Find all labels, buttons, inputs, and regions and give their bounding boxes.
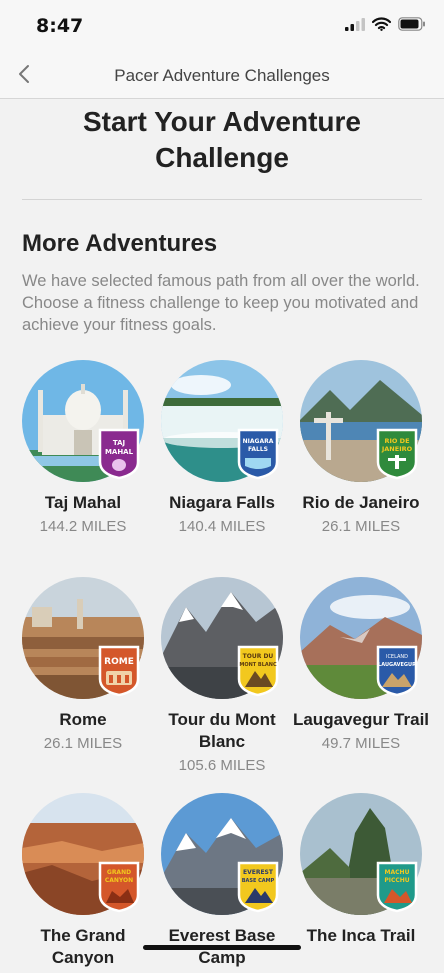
grand-canyon-badge-icon: GRAND CANYON bbox=[96, 859, 142, 913]
laugavegur-badge-icon: ICELAND LAUGAVEGUR bbox=[374, 643, 420, 697]
adventure-card-inca-trail[interactable]: MACHU PICCHU The Inca Trail bbox=[291, 793, 431, 951]
badge-text: EVEREST bbox=[243, 869, 274, 876]
adventure-thumbnail: ICELAND LAUGAVEGUR bbox=[300, 577, 422, 699]
battery-icon bbox=[398, 17, 426, 36]
adventure-thumbnail: MACHU PICCHU bbox=[300, 793, 422, 915]
badge-text: LAUGAVEGUR bbox=[378, 662, 416, 668]
divider bbox=[22, 199, 422, 200]
adventure-miles: 140.4 MILES bbox=[178, 518, 266, 535]
adventure-thumbnail: ROME bbox=[22, 577, 144, 699]
adventure-card-grand-canyon[interactable]: GRAND CANYON The Grand Canyon bbox=[13, 793, 153, 973]
wifi-icon bbox=[371, 17, 392, 36]
adventure-miles: 26.1 MILES bbox=[43, 735, 123, 752]
adventure-name: Tour du Mont Blanc bbox=[168, 710, 276, 751]
adventure-thumbnail: TAJ MAHAL bbox=[22, 360, 144, 482]
badge-text: BASE CAMP bbox=[242, 878, 275, 884]
badge-text: ICELAND bbox=[386, 654, 408, 660]
adventure-thumbnail: EVEREST BASE CAMP bbox=[161, 793, 283, 915]
status-time: 8:47 bbox=[36, 15, 84, 37]
adventure-miles: 49.7 MILES bbox=[321, 735, 401, 752]
adventure-name: Rome bbox=[59, 710, 107, 729]
section-heading: More Adventures bbox=[22, 230, 218, 257]
page-title: Start Your Adventure Challenge bbox=[83, 106, 361, 173]
machu-picchu-badge-icon: MACHU PICCHU bbox=[374, 859, 420, 913]
badge-text: MONT BLANC bbox=[239, 662, 277, 668]
signal-bars-icon bbox=[345, 17, 365, 36]
niagara-falls-badge-icon: NIAGARA FALLS bbox=[235, 426, 281, 480]
mont-blanc-badge-icon: TOUR DU MONT BLANC bbox=[235, 643, 281, 697]
adventure-thumbnail: NIAGARA FALLS bbox=[161, 360, 283, 482]
adventure-miles: 144.2 MILES bbox=[39, 518, 127, 535]
adventure-card-rio-de-janeiro[interactable]: RIO DE JANEIRO Rio de Janeiro 26.1 MILES bbox=[291, 360, 431, 535]
status-icons bbox=[345, 17, 426, 36]
adventure-name: The Inca Trail bbox=[306, 926, 416, 945]
adventure-card-rome[interactable]: ROME Rome 26.1 MILES bbox=[13, 577, 153, 752]
badge-text: MACHU bbox=[385, 869, 410, 876]
adventure-name: Niagara Falls bbox=[169, 493, 275, 512]
adventure-miles: 26.1 MILES bbox=[321, 518, 401, 535]
adventure-name: The Grand Canyon bbox=[40, 926, 126, 967]
navigation-bar: Pacer Adventure Challenges bbox=[0, 52, 444, 99]
badge-text: JANEIRO bbox=[381, 445, 413, 453]
adventure-thumbnail: GRAND CANYON bbox=[22, 793, 144, 915]
badge-text: MAHAL bbox=[105, 448, 134, 456]
home-indicator[interactable] bbox=[143, 945, 301, 950]
adventure-thumbnail: TOUR DU MONT BLANC bbox=[161, 577, 283, 699]
adventure-name: Laugavegur Trail bbox=[292, 710, 430, 729]
status-bar: 8:47 bbox=[0, 0, 444, 52]
badge-text: FALLS bbox=[248, 446, 268, 453]
badge-text: TAJ bbox=[113, 439, 125, 447]
rio-de-janeiro-badge-icon: RIO DE JANEIRO bbox=[374, 426, 420, 480]
section-description: We have selected famous path from all ov… bbox=[22, 272, 420, 334]
adventure-card-taj-mahal[interactable]: TAJ MAHAL Taj Mahal 144.2 MILES bbox=[13, 360, 153, 535]
adventure-card-niagara-falls[interactable]: NIAGARA FALLS Niagara Falls 140.4 MILES bbox=[152, 360, 292, 535]
badge-text: CANYON bbox=[105, 877, 133, 884]
badge-text: NIAGARA bbox=[243, 438, 274, 445]
badge-text: ROME bbox=[104, 657, 134, 667]
rome-badge-icon: ROME bbox=[96, 643, 142, 697]
badge-text: GRAND bbox=[107, 869, 131, 876]
adventure-name: Rio de Janeiro bbox=[302, 493, 420, 512]
adventure-thumbnail: RIO DE JANEIRO bbox=[300, 360, 422, 482]
adventure-card-laugavegur-trail[interactable]: ICELAND LAUGAVEGUR Laugavegur Trail 49.7… bbox=[291, 577, 431, 752]
taj-mahal-badge-icon: TAJ MAHAL bbox=[96, 426, 142, 480]
nav-title: Pacer Adventure Challenges bbox=[114, 66, 330, 85]
everest-badge-icon: EVEREST BASE CAMP bbox=[235, 859, 281, 913]
adventure-name: Taj Mahal bbox=[44, 493, 122, 512]
badge-text: RIO DE bbox=[384, 437, 409, 445]
adventure-card-tour-du-mont-blanc[interactable]: TOUR DU MONT BLANC Tour du Mont Blanc 10… bbox=[152, 577, 292, 774]
badge-text: PICCHU bbox=[384, 877, 409, 884]
badge-text: TOUR DU bbox=[243, 653, 274, 660]
adventure-miles: 105.6 MILES bbox=[178, 757, 266, 774]
